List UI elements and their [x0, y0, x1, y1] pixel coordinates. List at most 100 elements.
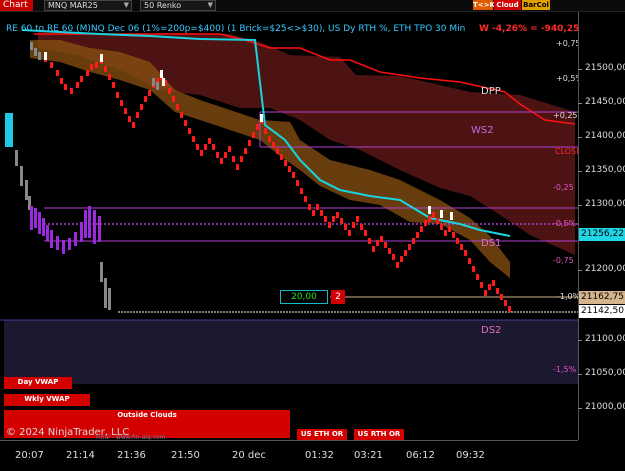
- renko-brick-up: [440, 210, 443, 218]
- bar-type-label: 50 Renko: [144, 1, 182, 10]
- price-axis[interactable]: 21500,00 21450,00 21400,00 21350,00 2130…: [578, 12, 625, 440]
- renko-brick: [488, 284, 491, 290]
- renko-brick: [95, 62, 98, 68]
- price-tick-label: 21450,00: [578, 97, 625, 107]
- renko-brick: [456, 238, 459, 244]
- renko-brick: [320, 210, 323, 216]
- ds2-level-label: DS2: [481, 325, 502, 336]
- pct-label: -1,5%: [553, 365, 577, 374]
- renko-brick: [492, 280, 495, 286]
- renko-brick: [116, 92, 119, 98]
- price-tick-label: 21000,00: [578, 402, 625, 412]
- renko-brick: [428, 216, 431, 222]
- renko-brick: [252, 132, 255, 138]
- renko-brick: [484, 290, 487, 296]
- tpo-bar: [84, 210, 87, 238]
- chart-toolbar: Chart MNQ MAR25 ▼ 50 Renko ▼ T<>K Cloud …: [0, 0, 625, 12]
- us-eth-or-button[interactable]: US ETH OR: [297, 429, 347, 440]
- tick-count-box[interactable]: 2: [331, 290, 345, 304]
- us-rth-or-button[interactable]: US RTH OR: [354, 429, 404, 440]
- tpo-bar: [62, 240, 65, 254]
- renko-brick: [220, 158, 223, 164]
- tk-button[interactable]: T<>K: [473, 0, 495, 10]
- renko-brick: [388, 248, 391, 254]
- renko-brick-up: [260, 114, 263, 122]
- renko-brick: [436, 218, 439, 224]
- legacy-bar: [100, 262, 103, 282]
- chevron-down-icon: ▼: [207, 1, 213, 9]
- ws2-level-label: WS2: [471, 125, 494, 136]
- chevron-down-icon: ▼: [123, 1, 129, 9]
- renko-brick: [256, 124, 259, 130]
- level-price-marker: 21162,75: [579, 291, 625, 304]
- legacy-bar: [20, 166, 23, 186]
- tpo-bar: [88, 206, 91, 238]
- renko-brick-neutral: [156, 82, 159, 90]
- chart-menu-label[interactable]: Chart: [0, 0, 33, 11]
- renko-brick: [232, 156, 235, 162]
- renko-brick: [144, 96, 147, 102]
- renko-brick: [112, 82, 115, 88]
- renko-brick: [316, 204, 319, 210]
- renko-brick: [368, 238, 371, 244]
- ds1-level-label: DS1: [481, 238, 502, 249]
- bar-type-selector[interactable]: 50 Renko ▼: [140, 0, 216, 11]
- time-tick-label: 20 dec: [232, 450, 266, 461]
- wkly-vwap-button[interactable]: Wkly VWAP: [4, 394, 90, 406]
- instrument-selector[interactable]: MNQ MAR25 ▼: [44, 0, 132, 11]
- renko-brick: [264, 128, 267, 134]
- renko-brick: [192, 136, 195, 142]
- renko-brick: [380, 236, 383, 242]
- renko-brick-neutral: [30, 42, 33, 50]
- renko-brick: [248, 140, 251, 146]
- renko-brick: [132, 122, 135, 128]
- renko-brick: [216, 152, 219, 158]
- renko-brick: [404, 250, 407, 256]
- price-chart-panel[interactable]: [0, 12, 578, 440]
- renko-brick: [376, 240, 379, 246]
- renko-brick: [176, 104, 179, 110]
- renko-brick: [384, 242, 387, 248]
- time-tick-label: 21:14: [66, 450, 95, 461]
- renko-brick: [172, 96, 175, 102]
- renko-brick: [180, 112, 183, 118]
- tpo-bar: [30, 206, 33, 230]
- renko-brick: [244, 148, 247, 154]
- cloud-button[interactable]: Cloud: [494, 0, 521, 10]
- pct-label: -0,75: [553, 256, 574, 265]
- renko-brick: [400, 256, 403, 262]
- time-axis[interactable]: 20:07 21:14 21:36 21:50 20 dec 01:32 03:…: [0, 440, 578, 471]
- tpo-bar: [74, 232, 77, 246]
- renko-brick: [464, 250, 467, 256]
- price-tick-label: 21500,00: [578, 63, 625, 73]
- renko-brick: [336, 212, 339, 218]
- price-tick-label: 21350,00: [578, 165, 625, 175]
- renko-brick: [476, 274, 479, 280]
- renko-brick: [70, 88, 73, 94]
- pct-label: -1,0%: [557, 292, 581, 301]
- legacy-bar: [15, 150, 18, 166]
- renko-brick: [184, 120, 187, 126]
- renko-brick: [504, 300, 507, 306]
- renko-brick: [90, 64, 93, 70]
- renko-brick: [50, 62, 53, 68]
- renko-brick: [300, 188, 303, 194]
- tick-size-box[interactable]: 20,00: [280, 290, 328, 304]
- barcol-button[interactable]: BarCol: [522, 0, 550, 10]
- renko-brick: [124, 108, 127, 114]
- renko-brick: [324, 216, 327, 222]
- renko-brick: [284, 160, 287, 166]
- renko-brick: [236, 164, 239, 170]
- renko-brick: [452, 232, 455, 238]
- tpo-bar: [46, 225, 49, 241]
- renko-brick: [408, 244, 411, 250]
- tpo-bar: [68, 238, 71, 250]
- day-vwap-button[interactable]: Day VWAP: [4, 377, 72, 389]
- renko-brick: [268, 136, 271, 142]
- renko-brick: [292, 172, 295, 178]
- outside-clouds-label: Outside Clouds: [117, 411, 177, 419]
- pct-label: -0,25: [553, 183, 574, 192]
- renko-brick: [328, 222, 331, 228]
- renko-brick: [424, 220, 427, 226]
- renko-brick: [168, 88, 171, 94]
